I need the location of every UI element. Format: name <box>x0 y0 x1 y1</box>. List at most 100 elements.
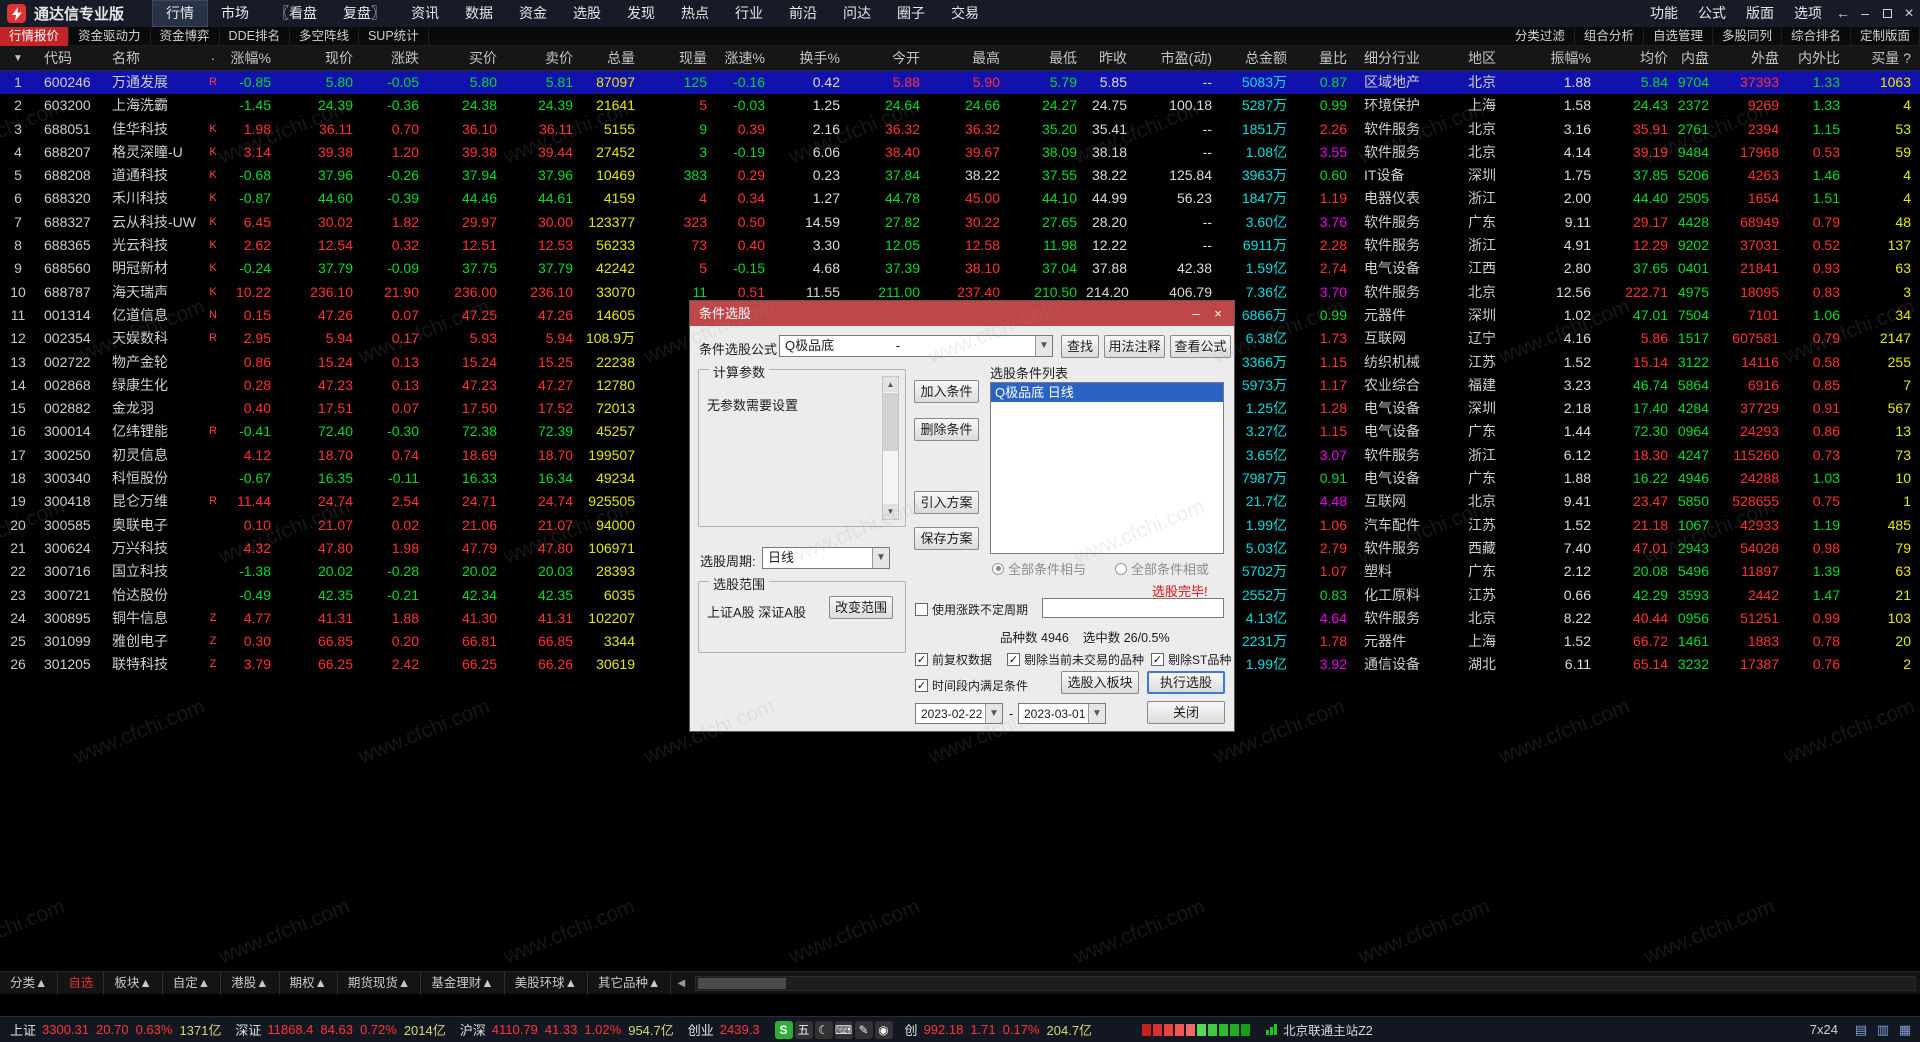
toolbar-item[interactable]: 多空阵线 <box>290 26 359 46</box>
execute-filter-button[interactable]: 执行选股 <box>1147 671 1225 694</box>
chevron-down-icon[interactable]: ▼ <box>872 548 889 568</box>
toolbar-item[interactable]: DDE排名 <box>220 26 290 46</box>
column-header[interactable]: 卖价 <box>506 46 582 70</box>
menu-item[interactable]: 选股 <box>560 0 614 27</box>
menu-item[interactable]: 资金 <box>506 0 560 27</box>
close-button[interactable]: 关闭 <box>1147 701 1225 724</box>
condition-list-item[interactable]: Q极品底 日线 <box>991 383 1223 402</box>
column-header[interactable]: 地区 <box>1460 46 1540 70</box>
column-header[interactable]: 内盘 <box>1677 46 1718 70</box>
bottom-tab[interactable]: 期货现货▲ <box>338 971 422 995</box>
index-quote[interactable]: 沪深 4110.79 41.33 1.02% 954.7亿 <box>460 1020 678 1039</box>
bottom-tab[interactable]: 期权▲ <box>280 971 338 995</box>
table-row[interactable]: 8 688365 光云科技 K 2.62 12.54 0.32 12.51 12.53 56233… <box>0 234 1920 257</box>
checkbox-time-range[interactable]: ✓ 时间段内满足条件 <box>915 677 1028 694</box>
checkbox-remove-untraded[interactable]: ✓ 剔除当前未交易的品种 <box>1007 651 1144 668</box>
panel-icon[interactable]: ▤ <box>1852 1021 1870 1039</box>
menu-item[interactable]: 前沿 <box>776 0 830 27</box>
toolbar-item[interactable]: 综合排名 <box>1782 26 1851 46</box>
toolbar-item[interactable]: 资金博弈 <box>151 26 220 46</box>
toolbar-item[interactable]: 资金驱动力 <box>69 26 151 46</box>
bottom-tab[interactable]: 基金理财▲ <box>421 971 505 995</box>
menu-item[interactable]: 版面 <box>1736 0 1784 27</box>
menu-item[interactable]: 问达 <box>830 0 884 27</box>
updown-period-input[interactable] <box>1042 598 1224 618</box>
chevron-down-icon[interactable]: ▼ <box>985 704 1002 723</box>
find-button[interactable]: 查找 <box>1061 335 1099 358</box>
toolbar-item[interactable]: 组合分析 <box>1575 26 1644 46</box>
menu-item[interactable]: 功能 <box>1640 0 1688 27</box>
column-header[interactable]: · <box>200 46 226 70</box>
menu-item[interactable]: 市场 <box>208 0 262 27</box>
save-plan-button[interactable]: 保存方案 <box>914 527 979 550</box>
chevron-down-icon[interactable]: ▼ <box>1035 336 1052 356</box>
table-row[interactable]: 7 688327 云从科技-UW K 6.45 30.02 1.82 29.97 30.00 12… <box>0 211 1920 234</box>
column-header[interactable]: 均价 <box>1600 46 1677 70</box>
toolbar-item[interactable]: 行情报价 <box>0 26 70 46</box>
index-quote[interactable]: 上证 3300.31 20.70 0.63% 1371亿 <box>10 1020 225 1039</box>
menu-item[interactable]: 公式 <box>1688 0 1736 27</box>
column-header[interactable]: 涨幅% <box>226 46 280 70</box>
column-header[interactable]: 市盈(动) <box>1136 46 1221 70</box>
server-name[interactable]: 北京联通主站Z2 <box>1283 1020 1373 1039</box>
toolbar-item[interactable]: 自选管理 <box>1644 26 1713 46</box>
column-header[interactable]: 外盘 <box>1718 46 1788 70</box>
delete-condition-button[interactable]: 删除条件 <box>914 418 979 441</box>
formula-combobox[interactable]: Q极品底 - ▼ <box>779 335 1053 357</box>
radio-all-or[interactable]: 全部条件相或 <box>1115 559 1209 578</box>
table-row[interactable]: 3 688051 佳华科技 K 1.98 36.11 0.70 36.10 36.11 5155 9… <box>0 118 1920 141</box>
column-header[interactable]: 总金额 <box>1221 46 1296 70</box>
column-header[interactable]: 内外比 <box>1788 46 1849 70</box>
table-row[interactable]: 2 603200 上海洗霸 -1.45 24.39 -0.36 24.38 24.39 2164… <box>0 94 1920 117</box>
back-arrow-icon[interactable]: ← <box>1832 0 1854 27</box>
bottom-tab[interactable]: 其它品种▲ <box>588 971 672 995</box>
column-header[interactable]: 涨速% <box>716 46 774 70</box>
filter-to-block-button[interactable]: 选股入板块 <box>1061 671 1139 694</box>
bottom-tab[interactable]: 美股环球▲ <box>505 971 589 995</box>
bottom-tab[interactable]: 自定▲ <box>163 971 222 995</box>
index-quote[interactable]: 创业 2439.3 <box>688 1020 767 1039</box>
toolbar-item[interactable]: 分类过滤 <box>1506 26 1575 46</box>
change-range-button[interactable]: 改变范围 <box>829 596 893 619</box>
table-row[interactable]: 9 688560 明冠新材 K -0.24 37.79 -0.09 37.75 37.79 422… <box>0 257 1920 280</box>
column-header[interactable]: 现价 <box>280 46 362 70</box>
bottom-tab[interactable]: 港股▲ <box>221 971 280 995</box>
import-plan-button[interactable]: 引入方案 <box>914 491 979 514</box>
input-method-icon[interactable]: ⌨ <box>834 1020 853 1039</box>
column-header[interactable]: 现量 <box>644 46 716 70</box>
checkbox-forward-adjusted[interactable]: ✓ 前复权数据 <box>915 651 992 668</box>
scroll-up-icon[interactable]: ▲ <box>883 377 898 392</box>
column-header[interactable]: 昨收 <box>1086 46 1136 70</box>
scrollbar-thumb[interactable] <box>883 393 898 451</box>
monitor-icon[interactable]: ▦ <box>1896 1021 1914 1039</box>
menu-item[interactable]: 交易 <box>938 0 992 27</box>
column-header[interactable]: 量比 <box>1296 46 1356 70</box>
column-header[interactable]: 代码 <box>36 46 104 70</box>
add-condition-button[interactable]: 加入条件 <box>914 380 979 403</box>
table-row[interactable]: 1 600246 万通发展 R -0.85 5.80 -0.05 5.80 5.81 87097 1… <box>0 71 1920 95</box>
condition-listbox[interactable]: Q极品底 日线 <box>990 382 1224 554</box>
params-scrollbar[interactable]: ▲ ▼ <box>882 376 899 520</box>
checkbox-updown-period[interactable]: 使用涨跌不定周期 <box>915 601 1028 618</box>
menu-item[interactable]: 数据 <box>452 0 506 27</box>
table-row[interactable]: 4 688207 格灵深瞳-U K 3.14 39.38 1.20 39.38 39.44 274… <box>0 141 1920 164</box>
chevron-down-icon[interactable]: ▼ <box>1088 704 1105 723</box>
table-row[interactable]: 5 688208 道通科技 K -0.68 37.96 -0.26 37.94 37.96 104… <box>0 164 1920 187</box>
column-header[interactable]: 总量 <box>582 46 644 70</box>
menu-item[interactable]: 发现 <box>614 0 668 27</box>
bottom-tab[interactable]: 自选 <box>58 971 105 995</box>
dialog-close-icon[interactable]: × <box>1208 301 1228 326</box>
bottom-tab[interactable]: 分类▲ <box>0 971 59 995</box>
dialog-minimize-icon[interactable]: – <box>1186 301 1206 326</box>
tab-scroll-left-icon[interactable]: ◀ <box>671 978 691 989</box>
scroll-down-icon[interactable]: ▼ <box>883 504 898 519</box>
date-from-combobox[interactable]: 2023-02-22 ▼ <box>915 703 1003 724</box>
column-header[interactable]: ▼ <box>0 46 36 70</box>
menu-item[interactable]: 圈子 <box>884 0 938 27</box>
column-header[interactable]: 细分行业 <box>1356 46 1460 70</box>
date-to-combobox[interactable]: 2023-03-01 ▼ <box>1018 703 1106 724</box>
restore-icon[interactable] <box>1876 0 1898 27</box>
input-method-icon[interactable]: ◉ <box>874 1020 893 1039</box>
usage-note-button[interactable]: 用法注释 <box>1104 335 1165 358</box>
index-quote[interactable]: 深证 11868.4 84.63 0.72% 2014亿 <box>235 1020 449 1039</box>
